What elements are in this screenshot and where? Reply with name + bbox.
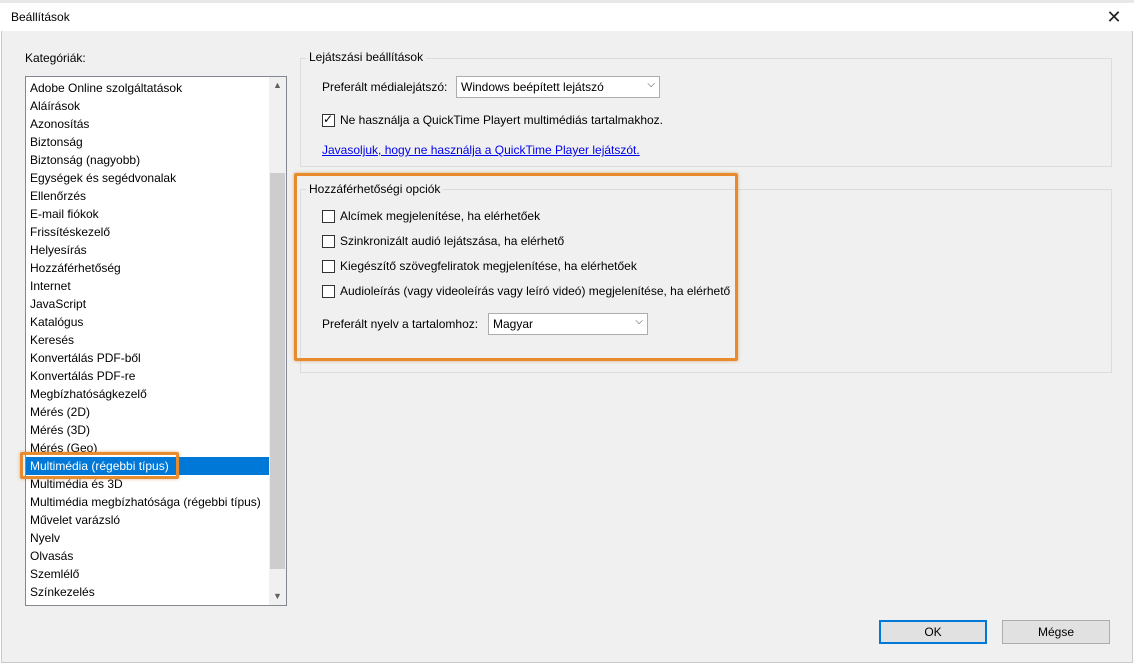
category-item[interactable]: Művelet varázsló [26, 511, 269, 529]
quicktime-checkbox[interactable] [322, 112, 335, 127]
category-item[interactable]: Konvertálás PDF-re [26, 367, 269, 385]
captions-checkbox[interactable] [322, 259, 335, 273]
category-item[interactable]: Nyelv [26, 529, 269, 547]
quicktime-checkbox-label: Ne használja a QuickTime Playert multimé… [340, 113, 664, 127]
media-player-value: Windows beépített lejátszó [461, 80, 604, 94]
category-item[interactable]: Katalógus [26, 313, 269, 331]
scroll-down-icon[interactable]: ▼ [269, 588, 286, 605]
option-audio-description[interactable]: Audioleírás (vagy videoleírás vagy leíró… [322, 283, 730, 299]
category-item[interactable]: Internet [26, 277, 269, 295]
categories-listbox[interactable]: Adobe Online szolgáltatások Aláírások Azon… [25, 76, 287, 606]
subtitles-checkbox[interactable] [322, 209, 335, 223]
chevron-down-icon: ⌵ [635, 316, 643, 327]
category-item[interactable]: JavaScript [26, 295, 269, 313]
category-item[interactable]: Biztonság (nagyobb) [26, 151, 269, 169]
scrollbar[interactable]: ▲ ▼ [269, 77, 286, 605]
category-item[interactable]: Megbízhatóságkezelő [26, 385, 269, 403]
category-item[interactable]: Mérés (2D) [26, 403, 269, 421]
option-sync-audio[interactable]: Szinkronizált audió lejátszása, ha elérh… [322, 233, 564, 249]
category-item[interactable]: Multimédia megbízhatósága (régebbi típus… [26, 493, 269, 511]
media-player-label: Preferált médialejátszó: [322, 80, 448, 94]
option-subtitles[interactable]: Alcímek megjelenítése, ha elérhetőek [322, 208, 540, 224]
scroll-thumb[interactable] [270, 173, 285, 569]
audio-description-checkbox[interactable] [322, 284, 335, 298]
playback-group-title: Lejátszási beállítások [306, 50, 427, 64]
quicktime-checkbox-row[interactable]: Ne használja a QuickTime Playert multimé… [322, 112, 663, 128]
category-item[interactable]: Multimédia és 3D [26, 475, 269, 493]
scroll-up-icon[interactable]: ▲ [269, 77, 286, 94]
quicktime-recommend-link[interactable]: Javasoljuk, hogy ne használja a QuickTim… [322, 143, 640, 157]
close-icon[interactable]: ✕ [1102, 5, 1126, 29]
chevron-down-icon: ⌵ [647, 79, 655, 90]
audio-description-label: Audioleírás (vagy videoleírás vagy leíró… [340, 284, 731, 298]
title-bar: Beállítások ✕ [0, 3, 1134, 31]
content-language-label: Preferált nyelv a tartalomhoz: [322, 317, 479, 331]
option-captions[interactable]: Kiegészítő szövegfeliratok megjelenítése… [322, 258, 637, 274]
category-item[interactable]: Biztonság [26, 133, 269, 151]
categories-label: Kategóriák: [25, 51, 86, 65]
content-language-value: Magyar [493, 317, 534, 331]
category-item[interactable]: Multimédia (régebbi típus) [26, 457, 269, 475]
category-item[interactable]: Színkezelés [26, 583, 269, 601]
category-item[interactable]: Szemlélő [26, 565, 269, 583]
accessibility-group-title: Hozzáférhetőségi opciók [306, 182, 444, 196]
category-item[interactable]: Konvertálás PDF-ből [26, 349, 269, 367]
subtitles-label: Alcímek megjelenítése, ha elérhetőek [340, 209, 541, 223]
ok-button[interactable]: OK [879, 620, 987, 644]
category-item[interactable]: Frissítéskezelő [26, 223, 269, 241]
category-item[interactable]: Helyesírás [26, 241, 269, 259]
cancel-button[interactable]: Mégse [1002, 620, 1110, 644]
category-item[interactable]: Azonosítás [26, 115, 269, 133]
category-item[interactable]: Adobe Online szolgáltatások [26, 79, 269, 97]
category-item[interactable]: Mérés (Geo) [26, 439, 269, 457]
category-item[interactable]: E-mail fiókok [26, 205, 269, 223]
category-item[interactable]: Hozzáférhetőség [26, 259, 269, 277]
captions-label: Kiegészítő szövegfeliratok megjelenítése… [340, 259, 637, 273]
category-item[interactable]: Mérés (3D) [26, 421, 269, 439]
categories-list: Adobe Online szolgáltatások Aláírások Azon… [26, 79, 269, 605]
window-title: Beállítások [11, 10, 70, 24]
category-item[interactable]: Egységek és segédvonalak [26, 169, 269, 187]
sync-audio-checkbox[interactable] [322, 234, 335, 248]
category-item[interactable]: Ellenőrzés [26, 187, 269, 205]
content-language-select[interactable]: Magyar ⌵ [488, 313, 648, 335]
category-item[interactable]: Keresés [26, 331, 269, 349]
category-item[interactable]: Aláírások [26, 97, 269, 115]
sync-audio-label: Szinkronizált audió lejátszása, ha elérh… [340, 234, 565, 248]
category-item[interactable]: Olvasás [26, 547, 269, 565]
media-player-select[interactable]: Windows beépített lejátszó ⌵ [456, 76, 660, 98]
category-item[interactable]: Tartalom szerkesztése [26, 601, 269, 605]
